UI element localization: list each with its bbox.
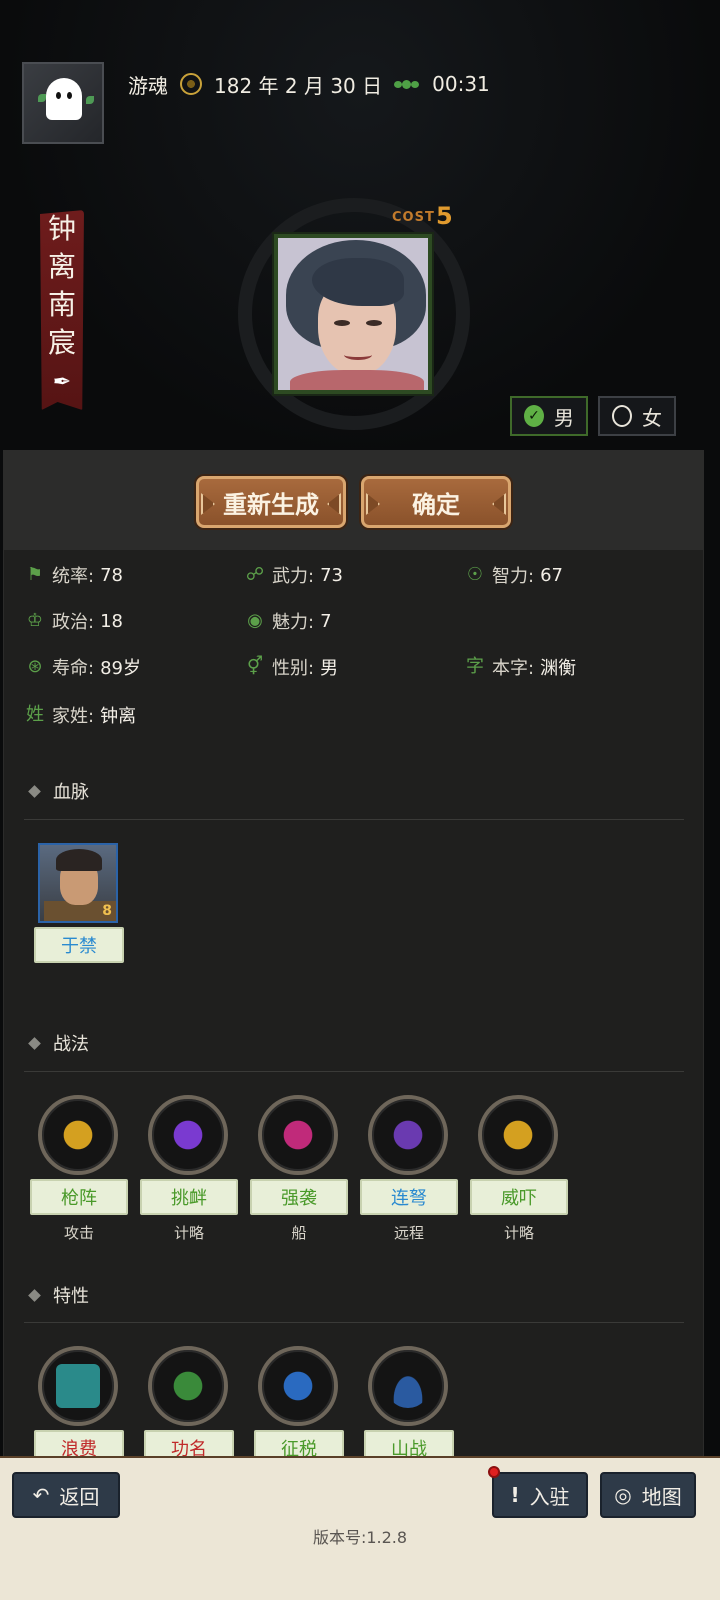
tactic-assault[interactable] xyxy=(258,1095,338,1175)
leaf-icon xyxy=(38,94,46,102)
tactic-type: 远程 xyxy=(393,1224,424,1242)
globe-icon: ◎ xyxy=(614,1483,632,1507)
gender-label: 女 xyxy=(642,405,662,430)
gender-female-option[interactable]: 女 xyxy=(598,396,676,436)
divider xyxy=(24,1071,684,1072)
version-label: 版本号:1.2.8 xyxy=(312,1528,408,1547)
stat-intellect: ☉ 智力: 67 xyxy=(464,560,563,590)
tactic-type: 船 xyxy=(291,1224,307,1242)
check-icon: ✓ xyxy=(524,405,544,427)
divider xyxy=(24,819,684,820)
clock-icon: ⊛ xyxy=(27,656,43,677)
ghost-icon xyxy=(46,78,82,120)
leaf-icon xyxy=(86,96,94,104)
radio-icon xyxy=(612,405,632,427)
soldier-icon xyxy=(166,1364,210,1408)
tactic-type: 计略 xyxy=(503,1224,534,1242)
diamond-icon xyxy=(28,1288,41,1302)
tactic-name-tag[interactable]: 威吓 xyxy=(470,1179,568,1215)
player-avatar[interactable] xyxy=(22,62,104,144)
station-button[interactable]: ! 入驻 xyxy=(492,1472,588,1518)
tactic-name-tag[interactable]: 枪阵 xyxy=(30,1179,128,1215)
stat-gender: ⚥ 性别: 男 xyxy=(244,652,338,682)
tactic-name-tag[interactable]: 连弩 xyxy=(360,1179,458,1215)
confirm-button[interactable]: 确定 xyxy=(361,476,511,528)
gender-label: 男 xyxy=(554,405,574,430)
back-arrow-icon: ↶ xyxy=(32,1483,50,1507)
tactic-crossbow[interactable] xyxy=(368,1095,448,1175)
cost-label: COST xyxy=(392,210,435,225)
name-char: 钟 xyxy=(47,212,76,245)
tactic-type: 计略 xyxy=(173,1224,204,1242)
mask-icon xyxy=(56,1113,100,1157)
player-name: 游魂 xyxy=(128,73,168,98)
feather-icon[interactable]: ✒ xyxy=(48,370,76,395)
surname-icon: 姓 xyxy=(26,704,44,725)
game-time: 00:31 xyxy=(432,72,490,96)
tactic-spear-formation[interactable] xyxy=(38,1095,118,1175)
regenerate-button[interactable]: 重新生成 xyxy=(196,476,346,528)
waste-icon xyxy=(56,1364,100,1408)
tactic-intimidate[interactable] xyxy=(478,1095,558,1175)
stat-charm: ◉ 魅力: 7 xyxy=(244,606,331,636)
stat-force: ☍ 武力: 73 xyxy=(245,564,343,587)
section-traits: 特性 xyxy=(28,1282,89,1308)
mountain-flag-icon xyxy=(386,1364,430,1408)
tactic-name-tag[interactable]: 挑衅 xyxy=(140,1179,238,1215)
brain-icon: ☉ xyxy=(466,564,484,585)
game-date: 182 年 2 月 30 日 xyxy=(214,73,383,98)
cost-value: 5 xyxy=(436,202,453,230)
stat-politics: ♔ 政治: 18 xyxy=(24,606,123,636)
name-char: 宸 xyxy=(47,326,76,359)
crossbow-icon xyxy=(386,1113,430,1157)
general-name-tag[interactable]: 于禁 xyxy=(34,927,124,963)
status-line: 游魂 182 年 2 月 30 日 00:31 xyxy=(128,68,490,100)
general-rank: 8 xyxy=(102,903,112,919)
flame-figure-icon xyxy=(166,1113,210,1157)
trait-merit[interactable] xyxy=(148,1346,228,1426)
crown-icon: ♔ xyxy=(26,610,44,631)
section-tactics: 战法 xyxy=(28,1030,89,1056)
courtesy-name-icon: 字 xyxy=(466,656,484,677)
name-char: 离 xyxy=(47,250,76,283)
tactic-name-tag[interactable]: 强袭 xyxy=(250,1179,348,1215)
panel-header xyxy=(3,450,704,550)
tactic-provoke[interactable] xyxy=(148,1095,228,1175)
tactic-type: 攻击 xyxy=(63,1224,94,1242)
gender-icon: ⚥ xyxy=(246,656,264,677)
shout-icon xyxy=(496,1113,540,1157)
wave-figure-icon xyxy=(276,1113,320,1157)
character-name[interactable]: 钟 离 南 宸 xyxy=(40,210,84,362)
trait-taxation[interactable] xyxy=(258,1346,338,1426)
map-button[interactable]: ◎ 地图 xyxy=(600,1472,696,1518)
trait-waste[interactable] xyxy=(38,1346,118,1426)
divider xyxy=(24,1322,684,1323)
calendar-icon xyxy=(180,73,202,95)
diamond-icon xyxy=(28,784,41,798)
stat-lifespan: ⊛ 寿命: 89岁 xyxy=(24,652,141,682)
diamond-icon xyxy=(28,1036,41,1050)
exclamation-icon: ! xyxy=(510,1483,520,1507)
stat-surname: 姓 家姓: 钟离 xyxy=(26,704,137,727)
stat-courtesy-name: 字 本字: 渊衡 xyxy=(466,656,577,679)
name-char: 南 xyxy=(47,288,76,321)
gender-male-option[interactable]: ✓ 男 xyxy=(510,396,588,436)
flag-icon: ⚑ xyxy=(26,564,44,585)
ant-icon xyxy=(394,77,420,91)
eye-icon: ◉ xyxy=(247,610,263,631)
section-bloodline: 血脉 xyxy=(28,778,89,804)
general-portrait[interactable]: 8 xyxy=(38,843,118,923)
trait-mountain-war[interactable] xyxy=(368,1346,448,1426)
notification-dot xyxy=(488,1466,500,1478)
arm-icon: ☍ xyxy=(245,564,265,585)
back-button[interactable]: ↶ 返回 xyxy=(12,1472,120,1518)
stat-command: ⚑ 统率: 78 xyxy=(24,560,123,590)
coin-hand-icon xyxy=(276,1364,320,1408)
character-portrait[interactable] xyxy=(272,232,434,396)
